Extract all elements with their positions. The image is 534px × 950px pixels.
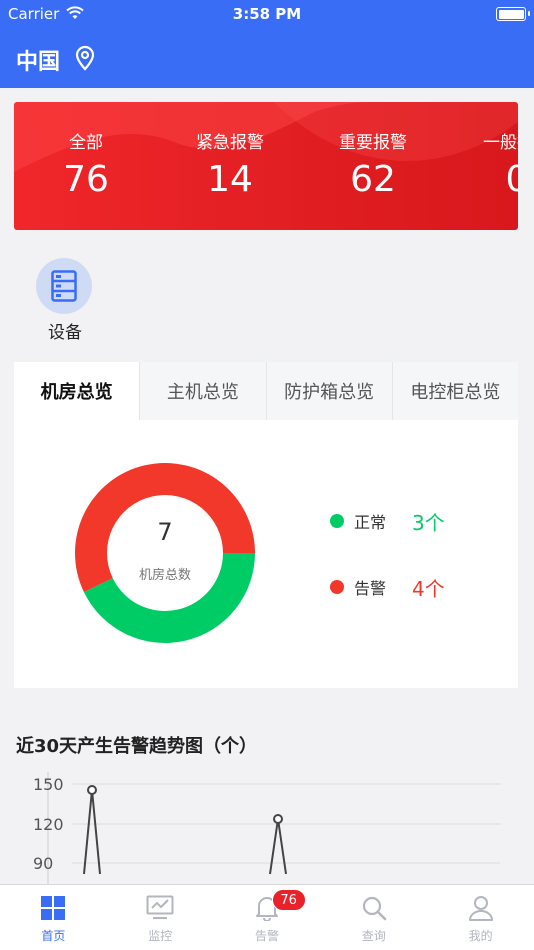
- tabbar-mine-label: 我的: [468, 929, 493, 943]
- trend-spike-2: [269, 818, 287, 875]
- bottom-tab-bar: 首页 监控 76 告警 查询 我的: [0, 884, 534, 950]
- stat-urgent-label: 紧急报警: [196, 133, 264, 153]
- y-tick-90: 90: [33, 854, 53, 873]
- stat-total[interactable]: 全部 76: [21, 128, 151, 200]
- legend-dot-normal: [330, 514, 344, 528]
- nav-bar: 中国: [0, 28, 534, 88]
- legend-alarm-label: 告警: [354, 579, 387, 598]
- trend-point-2: [273, 814, 283, 824]
- tabbar-query-label: 查询: [361, 929, 386, 943]
- legend-normal-label: 正常: [354, 513, 387, 532]
- stat-urgent-value: 14: [207, 159, 253, 200]
- battery-icon: [496, 7, 530, 21]
- status-bar: Carrier 3:58 PM: [0, 0, 534, 28]
- trend-spike-1: [83, 789, 101, 875]
- alarm-summary-card[interactable]: 全部 76 紧急报警 14 重要报警 62 一般报警 0: [14, 102, 518, 230]
- tabbar-home-label: 首页: [41, 929, 66, 943]
- device-shortcut[interactable]: 设备: [36, 258, 94, 343]
- legend-alarm: 告警 4个: [330, 572, 445, 602]
- room-status-donut: [74, 462, 255, 643]
- y-tick-120: 120: [33, 815, 64, 834]
- stat-general-value: 0: [505, 159, 518, 200]
- legend-normal-value: 3个: [412, 510, 445, 535]
- tab-control-cabinet-overview[interactable]: 电控柜总览: [391, 362, 518, 420]
- stat-general-label: 一般报警: [483, 133, 518, 153]
- tab-protection-box-overview[interactable]: 防护箱总览: [265, 362, 392, 420]
- stat-general[interactable]: 一般报警 0: [452, 128, 518, 200]
- y-tick-150: 150: [33, 775, 64, 794]
- room-total-label: 机房总数: [138, 568, 191, 583]
- stat-important-label: 重要报警: [339, 133, 407, 153]
- stat-important-value: 62: [350, 159, 396, 200]
- tabbar-query[interactable]: 查询: [320, 885, 427, 950]
- search-icon: [362, 896, 387, 921]
- stat-urgent[interactable]: 紧急报警 14: [165, 128, 295, 200]
- stat-total-value: 76: [63, 159, 109, 200]
- overview-card: 机房总览 主机总览 防护箱总览 电控柜总览 7 机房总数 正常 3个 告警 4个: [14, 362, 518, 688]
- alarm-trend-chart: 150 120 90: [33, 772, 500, 884]
- tabbar-alarm-label: 告警: [254, 929, 279, 943]
- legend-dot-alarm: [330, 580, 344, 594]
- monitor-icon: [146, 895, 174, 919]
- device-label: 设备: [48, 323, 82, 343]
- tabbar-monitor[interactable]: 监控: [107, 885, 214, 950]
- tab-room-overview[interactable]: 机房总览: [14, 362, 140, 420]
- tabbar-alarm[interactable]: 76 告警: [214, 885, 321, 950]
- tabbar-monitor-label: 监控: [148, 929, 173, 943]
- clock: 3:58 PM: [232, 5, 302, 23]
- room-total-count: 7: [157, 518, 173, 546]
- alarm-count-badge: 76: [271, 889, 306, 911]
- trend-chart-title: 近30天产生告警趋势图（个）: [16, 736, 258, 757]
- legend-alarm-value: 4个: [412, 576, 445, 601]
- user-icon: [468, 896, 493, 921]
- device-icon-circle: [36, 258, 92, 314]
- region-title[interactable]: 中国: [16, 44, 60, 76]
- tab-host-overview[interactable]: 主机总览: [139, 362, 266, 420]
- server-icon: [51, 270, 77, 302]
- location-pin-icon[interactable]: [74, 45, 96, 71]
- tabbar-mine[interactable]: 我的: [427, 885, 534, 950]
- home-grid-icon: [41, 896, 66, 920]
- tabbar-home[interactable]: 首页: [0, 885, 107, 950]
- trend-point-1: [87, 785, 97, 795]
- legend-normal: 正常 3个: [330, 506, 445, 536]
- stat-total-label: 全部: [69, 133, 103, 153]
- stat-important[interactable]: 重要报警 62: [308, 128, 438, 200]
- overview-tabs: 机房总览 主机总览 防护箱总览 电控柜总览: [14, 362, 518, 420]
